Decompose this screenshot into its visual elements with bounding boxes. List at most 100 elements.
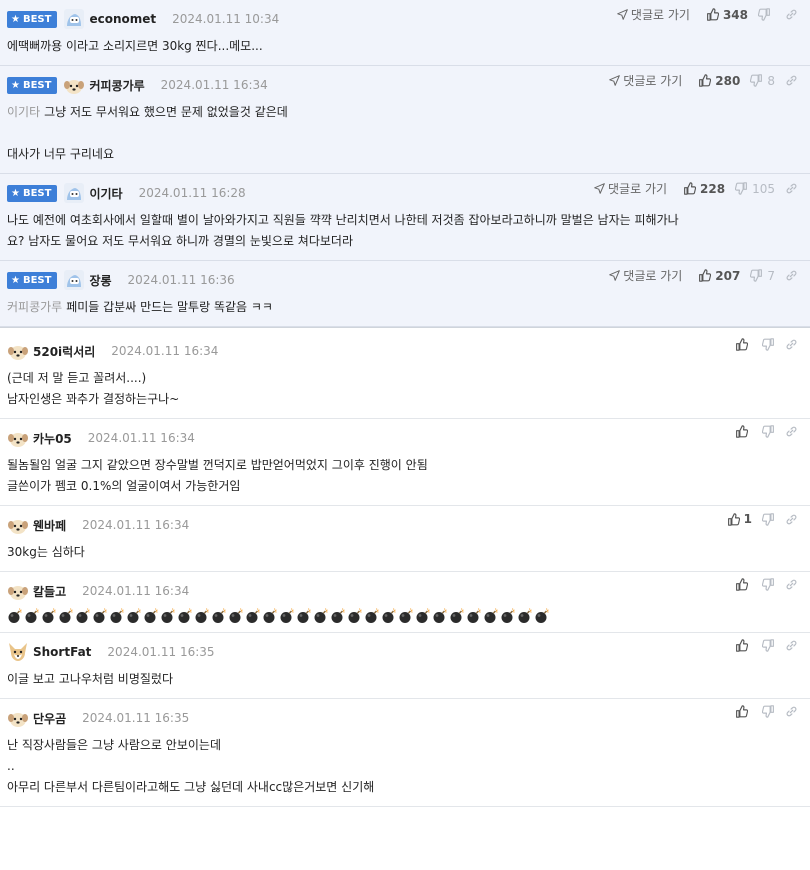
- bot-avatar-icon[interactable]: [63, 269, 85, 291]
- author-nickname[interactable]: 커피콩가루: [89, 77, 144, 94]
- comment-date: 2024.01.11 16:28: [138, 186, 246, 200]
- upvote-button[interactable]: [735, 425, 752, 438]
- comment-actions: [735, 639, 798, 652]
- best-comment: ★ BEST economet 2024.01.11 10:34 댓글로 가기 348 에땍…: [0, 0, 810, 66]
- author-nickname[interactable]: 카누05: [33, 430, 72, 447]
- goto-comment-label: 댓글로 가기: [608, 182, 668, 196]
- copy-link-button[interactable]: [785, 74, 798, 87]
- copy-link-button[interactable]: [785, 8, 798, 21]
- comment: ShortFat 2024.01.11 16:35 이글 보고 고나우처럼 비명질렀…: [0, 633, 810, 699]
- author-nickname[interactable]: 단우곰: [33, 710, 66, 727]
- best-badge-label: BEST: [22, 274, 52, 286]
- fox-avatar-icon[interactable]: [7, 641, 29, 663]
- comment-text: 글쓴이가 펨코 0.1%의 얼굴이여서 가능한거임: [7, 479, 241, 493]
- bomb-icon: [534, 608, 550, 624]
- copy-link-button[interactable]: [785, 269, 798, 282]
- bot-avatar-icon[interactable]: [63, 8, 85, 30]
- send-arrow-icon: [617, 9, 628, 20]
- goto-comment-label: 댓글로 가기: [630, 8, 690, 22]
- upvote-button[interactable]: 207: [698, 269, 740, 283]
- dog-avatar-icon[interactable]: [63, 74, 85, 96]
- upvote-count: 348: [722, 7, 748, 22]
- dog-avatar-icon[interactable]: [7, 427, 29, 449]
- comment-body: 될놈될임 얼굴 그지 같았으면 장수말벌 껀덕지로 밥만얻어먹었지 그이후 진행…: [7, 449, 802, 505]
- upvote-button[interactable]: 280: [698, 74, 740, 88]
- copy-link-button[interactable]: [785, 639, 798, 652]
- dog-avatar-icon[interactable]: [7, 514, 29, 536]
- dog-avatar-icon[interactable]: [7, 580, 29, 602]
- thumbs-up-icon: [727, 512, 740, 526]
- upvote-button[interactable]: 1: [727, 512, 752, 526]
- author-nickname[interactable]: ShortFat: [33, 645, 91, 659]
- downvote-button[interactable]: [762, 425, 775, 438]
- bomb-icon: [432, 608, 448, 624]
- bomb-icon: [126, 608, 142, 624]
- copy-link-button[interactable]: [785, 578, 798, 591]
- downvote-button[interactable]: 105: [735, 182, 775, 196]
- best-badge-label: BEST: [22, 79, 52, 91]
- best-badge: ★ BEST: [7, 10, 58, 28]
- dog-avatar-icon[interactable]: [7, 340, 29, 362]
- bomb-icon: [330, 608, 346, 624]
- copy-link-button[interactable]: [785, 705, 798, 718]
- bomb-icon: [381, 608, 397, 624]
- goto-comment-button[interactable]: 댓글로 가기: [594, 180, 667, 197]
- comment-body: 30kg는 심하다: [7, 536, 802, 571]
- upvote-button[interactable]: 348: [706, 8, 748, 22]
- author-nickname[interactable]: 520i럭서리: [33, 343, 95, 360]
- best-badge: ★ BEST: [7, 184, 58, 202]
- reply-target-nickname[interactable]: 커피콩가루: [7, 300, 62, 314]
- author-nickname[interactable]: 장롱: [89, 272, 111, 289]
- upvote-button[interactable]: [735, 705, 752, 718]
- downvote-button[interactable]: [762, 705, 775, 718]
- thumbs-up-icon: [735, 578, 748, 591]
- downvote-button[interactable]: 8: [750, 74, 775, 88]
- goto-comment-button[interactable]: 댓글로 가기: [617, 6, 690, 23]
- downvote-button[interactable]: 7: [750, 269, 775, 283]
- downvote-button[interactable]: [762, 578, 775, 591]
- comment-line: 30kg는 심하다: [7, 542, 802, 563]
- copy-link-button[interactable]: [785, 513, 798, 526]
- copy-link-button[interactable]: [785, 338, 798, 351]
- link-icon: [785, 639, 798, 652]
- thumbs-down-icon: [762, 705, 775, 718]
- send-arrow-icon: [594, 183, 605, 194]
- bomb-icon: [279, 608, 295, 624]
- copy-link-button[interactable]: [785, 182, 798, 195]
- upvote-button[interactable]: 228: [683, 182, 725, 196]
- thumbs-down-icon: [750, 269, 763, 282]
- goto-comment-button[interactable]: 댓글로 가기: [609, 72, 682, 89]
- downvote-button[interactable]: [762, 639, 775, 652]
- comment-text: 그냥 저도 무서워요 했으면 문제 없었을것 같은데: [44, 105, 288, 119]
- comment-text: (근데 저 말 듣고 꼴려서....): [7, 371, 147, 385]
- bomb-icon: [109, 608, 125, 624]
- comment-actions: 댓글로 가기 280 8: [609, 72, 798, 89]
- downvote-button[interactable]: [762, 338, 775, 351]
- author-nickname[interactable]: economet: [89, 12, 156, 26]
- bomb-icon: [296, 608, 312, 624]
- goto-comment-button[interactable]: 댓글로 가기: [609, 267, 682, 284]
- goto-comment-label: 댓글로 가기: [623, 74, 683, 88]
- dog-avatar-icon[interactable]: [7, 707, 29, 729]
- comment-text: 이글 보고 고나우처럼 비명질렀다: [7, 672, 174, 686]
- star-icon: ★: [11, 79, 20, 91]
- downvote-count: 105: [752, 181, 775, 196]
- author-nickname[interactable]: 칼들고: [33, 583, 66, 600]
- bomb-icon: [24, 608, 40, 624]
- thumbs-up-icon: [735, 425, 748, 438]
- upvote-button[interactable]: [735, 578, 752, 591]
- downvote-button[interactable]: [758, 8, 775, 21]
- upvote-button[interactable]: [735, 338, 752, 351]
- copy-link-button[interactable]: [785, 425, 798, 438]
- downvote-button[interactable]: [762, 512, 775, 526]
- upvote-button[interactable]: [735, 639, 752, 652]
- author-nickname[interactable]: 이기타: [89, 185, 122, 202]
- comment-header: 카누05 2024.01.11 16:34: [7, 427, 802, 449]
- reply-target-nickname[interactable]: 이기타: [7, 105, 40, 119]
- bomb-icon: [483, 608, 499, 624]
- thumbs-down-icon: [762, 578, 775, 591]
- bomb-icon: [143, 608, 159, 624]
- author-nickname[interactable]: 웬바페: [33, 517, 66, 534]
- bot-avatar-icon[interactable]: [63, 182, 85, 204]
- bomb-icon: [194, 608, 210, 624]
